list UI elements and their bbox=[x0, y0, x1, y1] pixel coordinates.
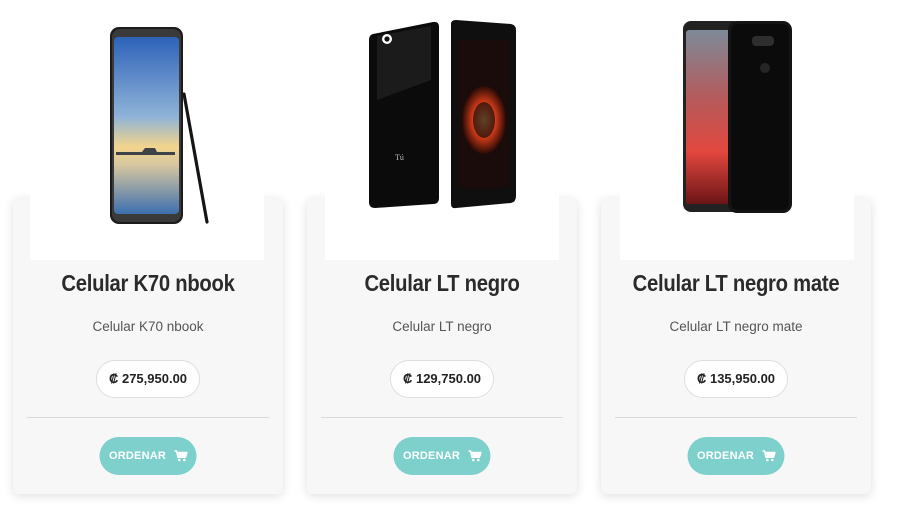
order-button[interactable]: ORDENAR bbox=[393, 437, 491, 475]
cart-icon bbox=[468, 450, 481, 462]
product-price: ₡ 135,950.00 bbox=[683, 360, 789, 398]
card-divider bbox=[321, 417, 563, 418]
product-title: Celular K70 nbook bbox=[61, 270, 235, 296]
svg-text:Tú: Tú bbox=[395, 153, 404, 162]
product-title: Celular LT negro bbox=[364, 270, 520, 296]
product-description: Celular LT negro bbox=[392, 319, 492, 334]
phone-with-stylus-image bbox=[110, 27, 209, 224]
product-description: Celular LT negro mate bbox=[669, 319, 803, 334]
order-button-label: ORDENAR bbox=[696, 450, 754, 462]
order-button-label: ORDENAR bbox=[402, 450, 460, 462]
black-phone-front-back-image: Tú bbox=[369, 20, 516, 209]
cart-icon bbox=[762, 450, 775, 462]
cart-icon bbox=[174, 450, 187, 462]
matte-black-phone-front-back-image bbox=[683, 21, 792, 213]
product-image-box[interactable] bbox=[30, 0, 264, 260]
order-button[interactable]: ORDENAR bbox=[99, 437, 197, 475]
product-description: Celular K70 nbook bbox=[92, 319, 204, 334]
order-button-label: ORDENAR bbox=[108, 450, 166, 462]
product-price: ₡ 129,750.00 bbox=[389, 360, 495, 398]
order-button[interactable]: ORDENAR bbox=[687, 437, 785, 475]
product-price: ₡ 275,950.00 bbox=[95, 360, 201, 398]
product-grid: Celular K70 nbook Celular K70 nbook ₡ 27… bbox=[0, 0, 900, 513]
card-divider bbox=[27, 417, 269, 418]
product-title: Celular LT negro mate bbox=[632, 270, 840, 296]
card-divider bbox=[615, 417, 857, 418]
product-image-box[interactable] bbox=[620, 0, 854, 260]
product-image-box[interactable]: Tú bbox=[325, 0, 559, 260]
